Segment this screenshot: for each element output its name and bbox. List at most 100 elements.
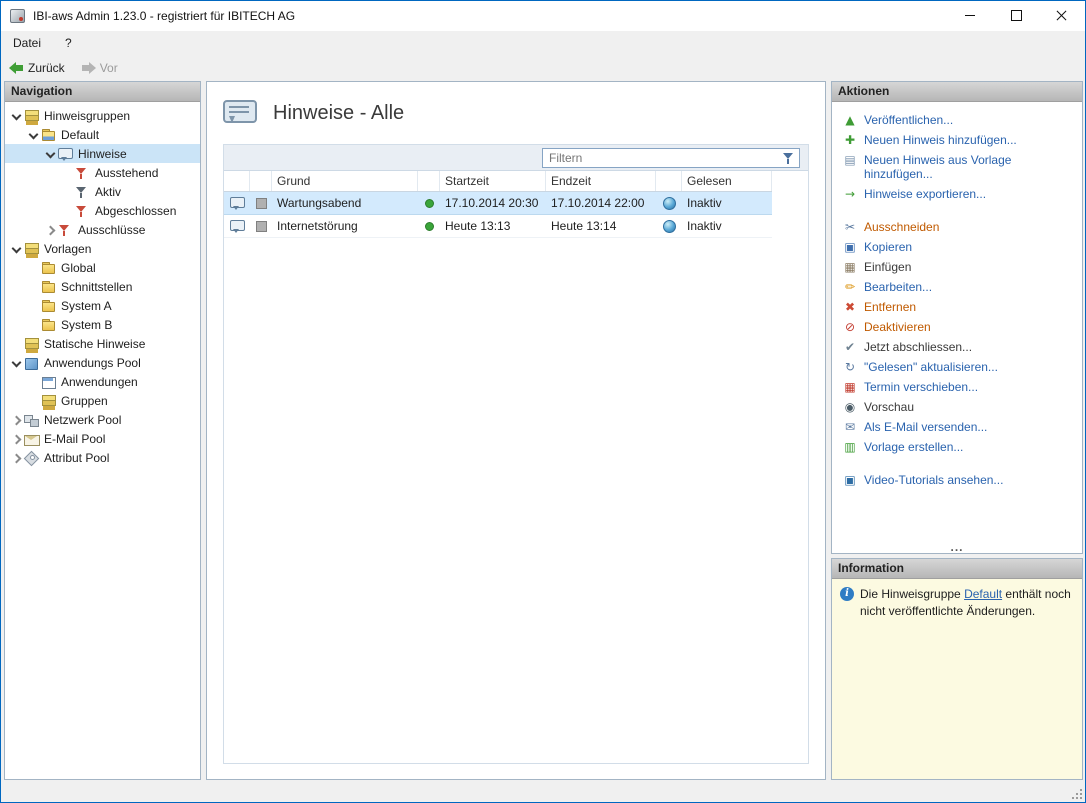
tree-item-ausschlüsse[interactable]: Ausschlüsse bbox=[5, 220, 200, 239]
action-kopieren[interactable]: ▣ Kopieren bbox=[834, 237, 1082, 257]
tree-item-aktiv[interactable]: Aktiv bbox=[5, 182, 200, 201]
action-veröffentlichen[interactable]: ▲ Veröffentlichen... bbox=[834, 110, 1082, 130]
chevron-down-icon[interactable] bbox=[9, 241, 24, 256]
action-hinweise-exportieren[interactable]: → Hinweise exportieren... bbox=[834, 184, 1082, 204]
action-termin-verschieben[interactable]: ▦ Termin verschieben... bbox=[834, 377, 1082, 397]
action-ausschneiden[interactable]: ✂ Ausschneiden bbox=[834, 217, 1082, 237]
tree-item-ausstehend[interactable]: Ausstehend bbox=[5, 163, 200, 182]
status-dot-icon bbox=[424, 198, 434, 208]
tree-item-e-mail-pool[interactable]: E-Mail Pool bbox=[5, 429, 200, 448]
menu-datei[interactable]: Datei bbox=[13, 36, 41, 50]
cell-hinweis-icon bbox=[224, 215, 250, 237]
tree-item-vorlagen[interactable]: Vorlagen bbox=[5, 239, 200, 258]
chevron-right-icon[interactable] bbox=[43, 222, 58, 237]
tree-item-default[interactable]: Default bbox=[5, 125, 200, 144]
right-column: Aktionen ▲ Veröffentlichen... ✚ Neuen Hinwe… bbox=[831, 81, 1083, 780]
workspace: Navigation Hinweisgruppen Default Hinweise… bbox=[1, 81, 1085, 780]
toolbar: Zurück Vor bbox=[1, 55, 1085, 81]
tree-item-global[interactable]: Global bbox=[5, 258, 200, 277]
table-rows: Wartungsabend 17.10.2014 20:30 17.10.2014 … bbox=[224, 192, 808, 238]
chevron-down-icon[interactable] bbox=[26, 127, 41, 142]
actions-more-indicator[interactable]: ... bbox=[832, 541, 1082, 553]
tree-item-schnittstellen[interactable]: Schnittstellen bbox=[5, 277, 200, 296]
reschedule-icon: ▦ bbox=[844, 380, 856, 394]
action-vorschau[interactable]: ◉ Vorschau bbox=[834, 397, 1082, 417]
column-startzeit[interactable]: Startzeit bbox=[440, 171, 546, 191]
navigation-header: Navigation bbox=[5, 82, 200, 102]
forward-button[interactable]: Vor bbox=[81, 61, 118, 75]
column-state-icon[interactable] bbox=[250, 171, 272, 191]
tree-item-attribut-pool[interactable]: Attribut Pool bbox=[5, 448, 200, 467]
cut-icon: ✂ bbox=[844, 220, 856, 234]
table-row-wartungsabend[interactable]: Wartungsabend 17.10.2014 20:30 17.10.2014 … bbox=[224, 192, 772, 215]
menu-help[interactable]: ? bbox=[65, 36, 72, 50]
maximize-button[interactable] bbox=[993, 1, 1039, 30]
deactivate-icon: ⊘ bbox=[844, 320, 856, 334]
complete-now-icon: ✔ bbox=[844, 340, 856, 354]
tree-item-abgeschlossen[interactable]: Abgeschlossen bbox=[5, 201, 200, 220]
column-status[interactable] bbox=[418, 171, 440, 191]
export-icon: → bbox=[844, 187, 856, 201]
resize-grip[interactable] bbox=[1069, 786, 1083, 800]
action-als-e-mail-versenden[interactable]: ✉ Als E-Mail versenden... bbox=[834, 417, 1082, 437]
chevron-right-icon[interactable] bbox=[9, 431, 24, 446]
action-video-tutorials-ansehen[interactable]: ▣ Video-Tutorials ansehen... bbox=[834, 470, 1082, 490]
default-group-link[interactable]: Default bbox=[964, 587, 1002, 601]
send-email-icon: ✉ bbox=[844, 420, 856, 434]
information-panel: Information Die Hinweisgruppe Default en… bbox=[831, 558, 1083, 780]
hinweis-bubble-icon bbox=[230, 219, 245, 233]
forward-arrow-icon bbox=[81, 62, 96, 74]
action-gelesen-aktualisieren[interactable]: ↻ "Gelesen" aktualisieren... bbox=[834, 357, 1082, 377]
tree-item-system-a[interactable]: System A bbox=[5, 296, 200, 315]
chevron-right-icon[interactable] bbox=[9, 450, 24, 465]
table-header: Grund Startzeit Endzeit Gelesen bbox=[224, 171, 772, 192]
tree-item-system-b[interactable]: System B bbox=[5, 315, 200, 334]
window-title: IBI-aws Admin 1.23.0 - registriert für I… bbox=[33, 9, 296, 23]
close-button[interactable] bbox=[1039, 1, 1085, 30]
information-header: Information bbox=[832, 559, 1082, 579]
back-button[interactable]: Zurück bbox=[9, 61, 65, 75]
action-entfernen[interactable]: ✖ Entfernen bbox=[834, 297, 1082, 317]
action-label: Neuen Hinweis aus Vorlage hinzufügen... bbox=[864, 153, 1012, 181]
tree-item-label: Hinweise bbox=[78, 146, 127, 161]
action-jetzt-abschliessen[interactable]: ✔ Jetzt abschliessen... bbox=[834, 337, 1082, 357]
tree-item-anwendungs-pool[interactable]: Anwendungs Pool bbox=[5, 353, 200, 372]
action-label: Deaktivieren bbox=[864, 320, 931, 334]
refresh-read-icon: ↻ bbox=[844, 360, 856, 374]
tree-item-label: Netzwerk Pool bbox=[44, 412, 122, 427]
action-deaktivieren[interactable]: ⊘ Deaktivieren bbox=[834, 317, 1082, 337]
minimize-button[interactable] bbox=[947, 1, 993, 30]
action-label: Bearbeiten... bbox=[864, 280, 933, 294]
chevron-down-icon[interactable] bbox=[9, 108, 24, 123]
forward-button-label: Vor bbox=[99, 61, 118, 75]
action-neuen-hinweis-hinzufügen[interactable]: ✚ Neuen Hinweis hinzufügen... bbox=[834, 130, 1082, 150]
column-endzeit[interactable]: Endzeit bbox=[546, 171, 656, 191]
info-icon bbox=[840, 587, 854, 601]
table-row-internetstörung[interactable]: Internetstörung Heute 13:13 Heute 13:14 Ina… bbox=[224, 215, 772, 238]
column-grund[interactable]: Grund bbox=[272, 171, 418, 191]
tree-item-anwendungen[interactable]: Anwendungen bbox=[5, 372, 200, 391]
chevron-right-icon[interactable] bbox=[9, 412, 24, 427]
action-einfügen[interactable]: ▦ Einfügen bbox=[834, 257, 1082, 277]
actions-panel: Aktionen ▲ Veröffentlichen... ✚ Neuen Hinwe… bbox=[831, 81, 1083, 554]
action-label: Video-Tutorials ansehen... bbox=[864, 473, 1004, 487]
action-neuen-hinweis-aus-vorlage-hinzufügen[interactable]: ▤ Neuen Hinweis aus Vorlage hinzufügen... bbox=[834, 150, 1082, 184]
filter-input[interactable] bbox=[543, 150, 779, 165]
cell-gelesen: Inaktiv bbox=[687, 196, 722, 210]
chevron-down-icon[interactable] bbox=[43, 146, 58, 161]
action-bearbeiten[interactable]: ✏ Bearbeiten... bbox=[834, 277, 1082, 297]
action-vorlage-erstellen[interactable]: ▥ Vorlage erstellen... bbox=[834, 437, 1082, 457]
actions-list: ▲ Veröffentlichen... ✚ Neuen Hinweis hinzuf… bbox=[832, 102, 1082, 553]
column-hinweis-icon[interactable] bbox=[224, 171, 250, 191]
tree-item-hinweise[interactable]: Hinweise bbox=[5, 144, 200, 163]
tree-item-gruppen[interactable]: Gruppen bbox=[5, 391, 200, 410]
tree-item-netzwerk-pool[interactable]: Netzwerk Pool bbox=[5, 410, 200, 429]
tree-item-statische-hinweise[interactable]: Statische Hinweise bbox=[5, 334, 200, 353]
chevron-down-icon[interactable] bbox=[9, 355, 24, 370]
folder-icon bbox=[41, 299, 56, 313]
filter-funnel-icon[interactable] bbox=[779, 150, 799, 166]
column-gelesen[interactable]: Gelesen bbox=[682, 171, 772, 191]
column-gelesen-icon[interactable] bbox=[656, 171, 682, 191]
tree-item-hinweisgruppen[interactable]: Hinweisgruppen bbox=[5, 106, 200, 125]
hinweise-icon bbox=[223, 100, 257, 123]
